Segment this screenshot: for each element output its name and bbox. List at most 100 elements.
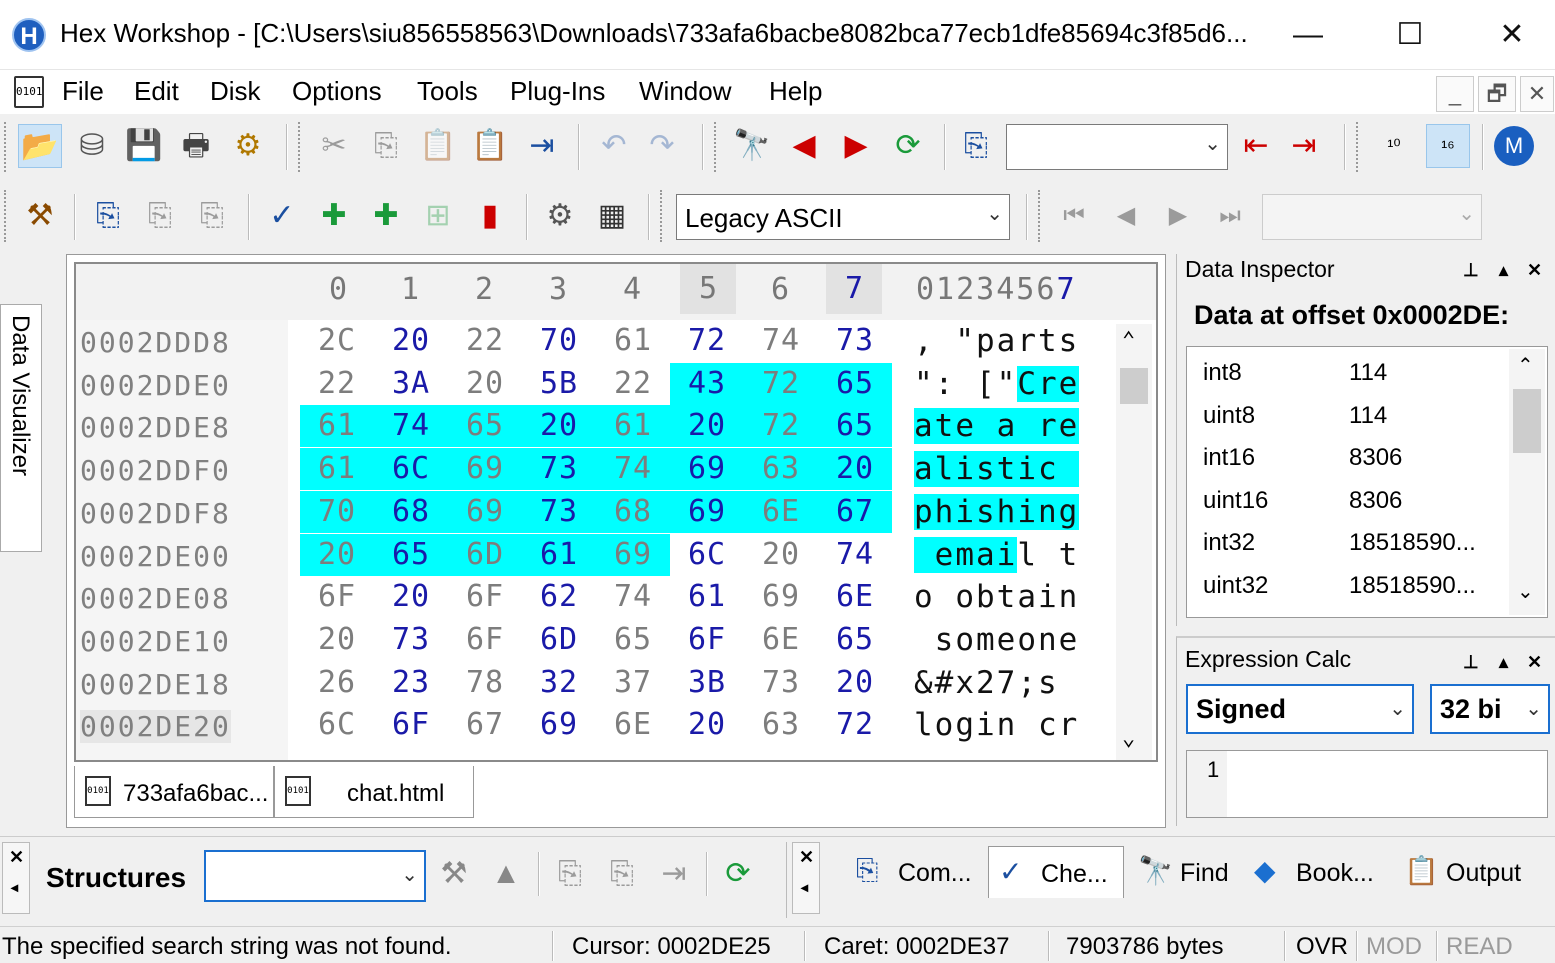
hex-byte[interactable]: 43 bbox=[670, 362, 744, 405]
hex-byte[interactable]: 20 bbox=[300, 533, 374, 576]
base10-icon[interactable]: ¹⁰ bbox=[1372, 124, 1416, 168]
hex-byte[interactable]: 37 bbox=[596, 662, 670, 704]
hex-byte[interactable]: 61 bbox=[596, 405, 670, 448]
sign-mode-select[interactable]: Signed ⌄ bbox=[1186, 684, 1414, 734]
statistics-chart-icon[interactable]: ▮ bbox=[468, 194, 512, 238]
hex-byte[interactable]: 65 bbox=[818, 405, 892, 448]
hex-byte[interactable]: 6D bbox=[448, 533, 522, 576]
compare-add-icon[interactable]: ✚ bbox=[312, 194, 356, 238]
data-visualizer-tab[interactable]: Data Visualizer bbox=[0, 304, 42, 552]
scroll-down-icon[interactable]: ⌄ bbox=[1122, 726, 1135, 751]
list-item[interactable]: int16 8306 bbox=[1203, 444, 1402, 472]
tab-compare[interactable]: ⎘ Com... bbox=[846, 846, 984, 898]
hex-byte[interactable]: 65 bbox=[818, 362, 892, 405]
find-next-icon[interactable]: ▶ bbox=[834, 124, 878, 168]
hex-byte[interactable]: 20 bbox=[744, 534, 818, 576]
hex-byte[interactable]: 74 bbox=[596, 448, 670, 491]
list-item[interactable]: int8 114 bbox=[1203, 359, 1387, 387]
hex-byte[interactable]: 20 bbox=[670, 704, 744, 746]
hex-byte[interactable]: 3A bbox=[374, 363, 448, 405]
hex-byte[interactable]: 22 bbox=[596, 363, 670, 405]
file-tab-active[interactable]: 0101 733afa6bac... bbox=[74, 766, 274, 818]
ascii-text[interactable]: ": ["Cre bbox=[914, 363, 1080, 405]
close-icon[interactable]: ✕ bbox=[1527, 260, 1542, 281]
hex-byte[interactable]: 74 bbox=[374, 405, 448, 448]
hex-byte[interactable]: 61 bbox=[670, 576, 744, 618]
toolbar-grip[interactable] bbox=[4, 122, 10, 172]
hex-byte[interactable]: 69 bbox=[596, 533, 670, 576]
tab-output[interactable]: 📋 Output bbox=[1394, 846, 1532, 898]
insert-icon[interactable]: ⇥ bbox=[520, 124, 564, 168]
bookmark-next-icon[interactable]: ⇥ bbox=[1282, 124, 1326, 168]
menu-window[interactable]: Window bbox=[639, 76, 731, 107]
hex-byte[interactable]: 6E bbox=[744, 619, 818, 661]
hex-byte[interactable]: 63 bbox=[744, 704, 818, 746]
collapse-icon[interactable]: ◂ bbox=[11, 879, 18, 896]
hex-byte[interactable]: 6E bbox=[596, 704, 670, 746]
hex-byte[interactable]: 20 bbox=[670, 405, 744, 448]
menu-disk[interactable]: Disk bbox=[210, 76, 261, 107]
chevron-down-icon[interactable]: ⌄ bbox=[401, 862, 418, 887]
mdi-close-button[interactable]: ✕ bbox=[1520, 76, 1554, 112]
hex-byte[interactable]: 69 bbox=[522, 704, 596, 746]
list-item[interactable]: int32 18518590... bbox=[1203, 529, 1476, 557]
hex-byte[interactable]: 69 bbox=[744, 576, 818, 618]
structure-insert-icon[interactable]: ⇥ bbox=[652, 852, 696, 896]
eject-icon[interactable]: ▲ bbox=[484, 852, 528, 896]
structures-select[interactable]: ⌄ bbox=[204, 850, 426, 902]
ascii-text[interactable]: phishing bbox=[914, 491, 1080, 533]
hex-byte[interactable]: 6D bbox=[522, 619, 596, 661]
find-icon[interactable]: 🔭 bbox=[730, 124, 774, 168]
close-icon[interactable]: ✕ bbox=[1527, 652, 1542, 673]
hex-byte[interactable]: 65 bbox=[448, 405, 522, 448]
hex-byte[interactable]: 67 bbox=[448, 704, 522, 746]
hex-byte[interactable]: 69 bbox=[670, 490, 744, 533]
base16-icon[interactable]: ¹⁶ bbox=[1426, 124, 1470, 168]
gear-icon[interactable]: ⚙ bbox=[538, 194, 582, 238]
pin-icon[interactable]: ⊥ bbox=[1463, 260, 1479, 281]
hex-byte[interactable]: 62 bbox=[522, 576, 596, 618]
redo-icon[interactable]: ↷ bbox=[640, 124, 684, 168]
encoding-select[interactable]: Legacy ASCII ⌄ bbox=[676, 194, 1010, 240]
hex-vertical-scrollbar[interactable]: ⌃ ⌄ bbox=[1116, 324, 1152, 760]
goto-icon[interactable]: ⎘ bbox=[954, 124, 998, 168]
scrollbar-thumb[interactable] bbox=[1120, 368, 1148, 404]
calculator-icon[interactable]: ▦ bbox=[590, 194, 634, 238]
toolbar-grip[interactable] bbox=[1038, 190, 1044, 242]
hex-byte[interactable]: 70 bbox=[300, 490, 374, 533]
hex-byte[interactable]: 61 bbox=[522, 533, 596, 576]
hex-byte[interactable]: 68 bbox=[596, 490, 670, 533]
menu-edit[interactable]: Edit bbox=[134, 76, 179, 107]
generate-icon[interactable]: ✚ bbox=[364, 194, 408, 238]
toolbar-grip[interactable] bbox=[1356, 122, 1362, 172]
hex-byte[interactable]: 78 bbox=[448, 662, 522, 704]
ascii-text[interactable]: email t bbox=[914, 534, 1079, 576]
goto-combo[interactable]: ⌄ bbox=[1006, 124, 1228, 170]
chevron-down-icon[interactable]: ⌄ bbox=[986, 201, 1003, 226]
close-icon[interactable]: ✕ bbox=[9, 847, 24, 868]
hex-byte[interactable]: 65 bbox=[596, 619, 670, 661]
list-item[interactable]: uint8 114 bbox=[1203, 402, 1387, 430]
hex-byte[interactable]: 67 bbox=[818, 490, 892, 533]
chevron-down-icon[interactable]: ⌄ bbox=[1389, 696, 1406, 721]
close-button[interactable]: ✕ bbox=[1472, 8, 1552, 62]
find-prev-icon[interactable]: ◀ bbox=[782, 124, 826, 168]
hex-byte[interactable]: 6C bbox=[300, 704, 374, 746]
hex-editor[interactable]: 0 1 2 3 4 5 6 7 01234567 0002DDD8 2C 20 22 7… bbox=[74, 262, 1158, 762]
replace-icon[interactable]: ⟳ bbox=[886, 124, 930, 168]
hex-byte[interactable]: 20 bbox=[300, 619, 374, 661]
tab-checksum[interactable]: ✓ Che... bbox=[988, 846, 1124, 898]
menu-options[interactable]: Options bbox=[292, 76, 382, 107]
scroll-up-icon[interactable]: ⌃ bbox=[1517, 353, 1534, 378]
close-icon[interactable]: ✕ bbox=[799, 847, 814, 868]
bookmark-prev-icon[interactable]: ⇤ bbox=[1234, 124, 1278, 168]
copy-as-icon[interactable]: ⎘ bbox=[86, 194, 130, 238]
hex-byte[interactable]: 69 bbox=[448, 490, 522, 533]
hex-byte[interactable]: 6F bbox=[374, 704, 448, 746]
hex-byte[interactable]: 73 bbox=[522, 490, 596, 533]
hex-byte[interactable]: 61 bbox=[300, 405, 374, 448]
hex-byte[interactable]: 6F bbox=[670, 619, 744, 661]
bit-width-select[interactable]: 32 bi ⌄ bbox=[1430, 684, 1550, 734]
checksum-icon[interactable]: ✓ bbox=[260, 194, 304, 238]
chevron-down-icon[interactable]: ⌄ bbox=[1525, 696, 1542, 721]
